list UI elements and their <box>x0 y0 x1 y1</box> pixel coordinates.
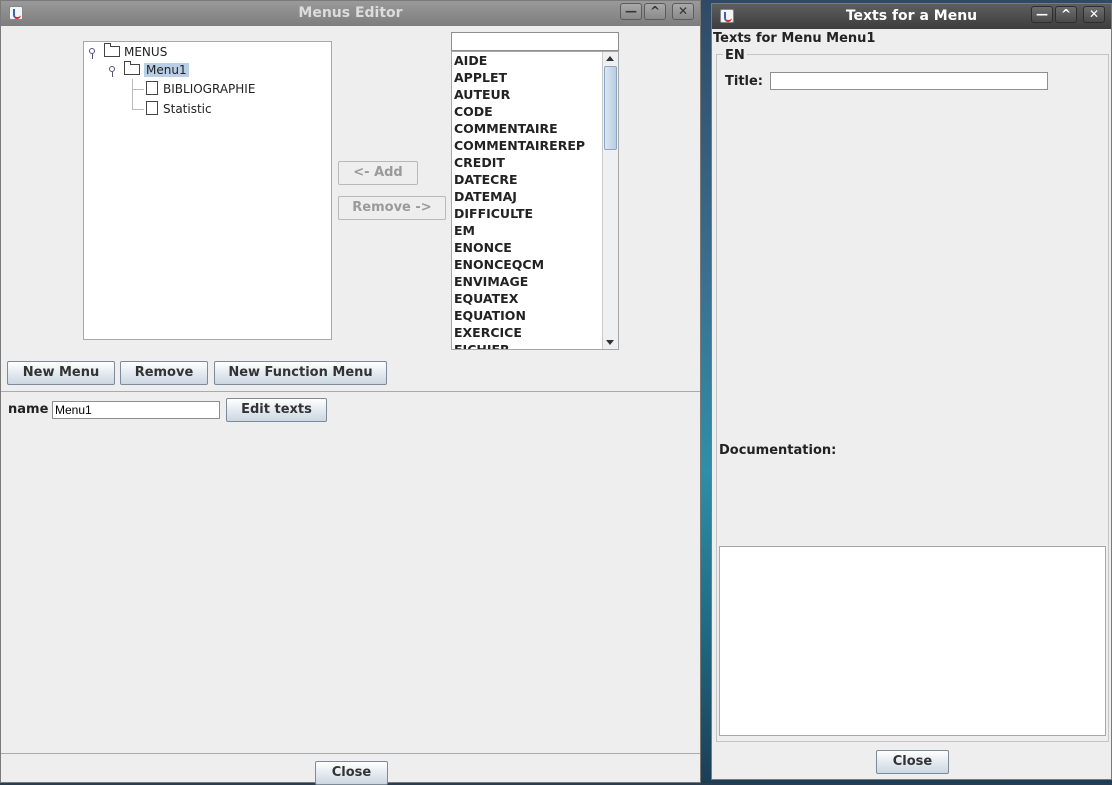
folder-icon <box>104 43 120 57</box>
minimize-button[interactable]: — <box>620 3 642 20</box>
menu-tree[interactable]: MENUS Menu1 BIBLIOGRAPHIE Statistic <box>83 41 332 340</box>
document-icon <box>146 81 158 95</box>
new-function-menu-button[interactable]: New Function Menu <box>214 361 387 385</box>
language-group: EN Title: Documentation: <box>716 48 1109 742</box>
remove-menu-button[interactable]: Remove <box>120 361 208 385</box>
tree-child-label: BIBLIOGRAPHIE <box>163 82 256 96</box>
document-icon <box>146 101 158 115</box>
language-label: EN <box>723 48 747 63</box>
expand-handle-icon[interactable] <box>89 48 95 59</box>
tree-connector <box>132 89 144 90</box>
tree-item-menu1[interactable]: Menu1 <box>124 61 189 79</box>
maximize-button[interactable]: ^ <box>1055 6 1077 23</box>
texts-heading: Texts for Menu Menu1 <box>713 31 876 46</box>
function-list-item[interactable]: FICHIER <box>452 341 604 349</box>
java-app-icon <box>720 9 734 23</box>
texts-window-title: Texts for a Menu <box>845 8 978 24</box>
folder-icon <box>124 61 140 75</box>
function-list-item[interactable]: ENONCE <box>452 239 604 256</box>
tree-selected-label: Menu1 <box>144 63 189 77</box>
add-button[interactable]: <- Add <box>338 161 418 185</box>
close-button[interactable]: Close <box>315 761 388 785</box>
close-window-button[interactable]: ✕ <box>672 3 694 20</box>
function-list-item[interactable]: COMMENTAIREREP <box>452 137 604 154</box>
new-menu-button[interactable]: New Menu <box>7 361 115 385</box>
close-window-button[interactable]: ✕ <box>1083 6 1105 23</box>
name-label: name <box>8 402 49 417</box>
scroll-down-arrow-icon[interactable] <box>606 340 614 345</box>
texts-close-button[interactable]: Close <box>876 750 949 774</box>
function-list-item[interactable]: AUTEUR <box>452 86 604 103</box>
tree-child-label: Statistic <box>163 102 212 116</box>
function-list-item[interactable]: ENVIMAGE <box>452 273 604 290</box>
minimize-button[interactable]: — <box>1031 6 1053 23</box>
java-app-icon <box>9 6 23 20</box>
scroll-up-arrow-icon[interactable] <box>606 56 614 61</box>
title-input[interactable] <box>770 72 1048 90</box>
function-list-item[interactable]: APPLET <box>452 69 604 86</box>
tree-root-row[interactable]: MENUS <box>104 43 167 61</box>
function-list-item[interactable]: EXERCICE <box>452 324 604 341</box>
menu-name-field[interactable] <box>52 401 220 419</box>
menus-editor-titlebar[interactable]: Menus Editor — ^ ✕ <box>1 1 700 26</box>
function-list-item[interactable]: DATECRE <box>452 171 604 188</box>
function-search-input[interactable] <box>451 32 619 51</box>
function-list-item[interactable]: CREDIT <box>452 154 604 171</box>
documentation-label: Documentation: <box>719 443 837 458</box>
function-list-item[interactable]: EM <box>452 222 604 239</box>
tree-item-statistic[interactable]: Statistic <box>146 100 212 118</box>
menus-editor-window: Menus Editor — ^ ✕ MENUS Menu1 BIBLIOGRA… <box>0 0 701 785</box>
texts-for-menu-window: Texts for a Menu — ^ ✕ Texts for Menu Me… <box>711 3 1112 780</box>
maximize-button[interactable]: ^ <box>644 3 666 20</box>
tree-root-label: MENUS <box>124 45 168 59</box>
tree-item-bibliographie[interactable]: BIBLIOGRAPHIE <box>146 80 255 98</box>
scrollbar-thumb[interactable] <box>604 66 617 150</box>
function-list-item[interactable]: DATEMAJ <box>452 188 604 205</box>
properties-panel: name Edit texts <box>1 391 700 754</box>
function-list-item[interactable]: ENONCEQCM <box>452 256 604 273</box>
remove-to-list-button[interactable]: Remove -> <box>338 196 446 220</box>
function-list-item[interactable]: EQUATEX <box>452 290 604 307</box>
title-label: Title: <box>725 74 764 89</box>
function-list-item[interactable]: DIFFICULTE <box>452 205 604 222</box>
function-list[interactable]: AIDE APPLET AUTEUR CODE COMMENTAIRE COMMENTAI… <box>451 51 619 350</box>
function-list-items: AIDE APPLET AUTEUR CODE COMMENTAIRE COMMENTAI… <box>452 52 604 349</box>
list-scrollbar[interactable] <box>602 52 618 349</box>
documentation-textarea[interactable] <box>719 546 1106 736</box>
edit-texts-button[interactable]: Edit texts <box>226 398 327 422</box>
tree-connector <box>132 109 144 110</box>
function-list-item[interactable]: CODE <box>452 103 604 120</box>
texts-window-titlebar[interactable]: Texts for a Menu — ^ ✕ <box>712 4 1111 29</box>
tree-connector <box>132 79 133 109</box>
function-list-item[interactable]: AIDE <box>452 52 604 69</box>
function-list-item[interactable]: EQUATION <box>452 307 604 324</box>
expand-handle-icon[interactable] <box>109 66 115 77</box>
function-list-item[interactable]: COMMENTAIRE <box>452 120 604 137</box>
menus-editor-title: Menus Editor <box>298 5 403 21</box>
